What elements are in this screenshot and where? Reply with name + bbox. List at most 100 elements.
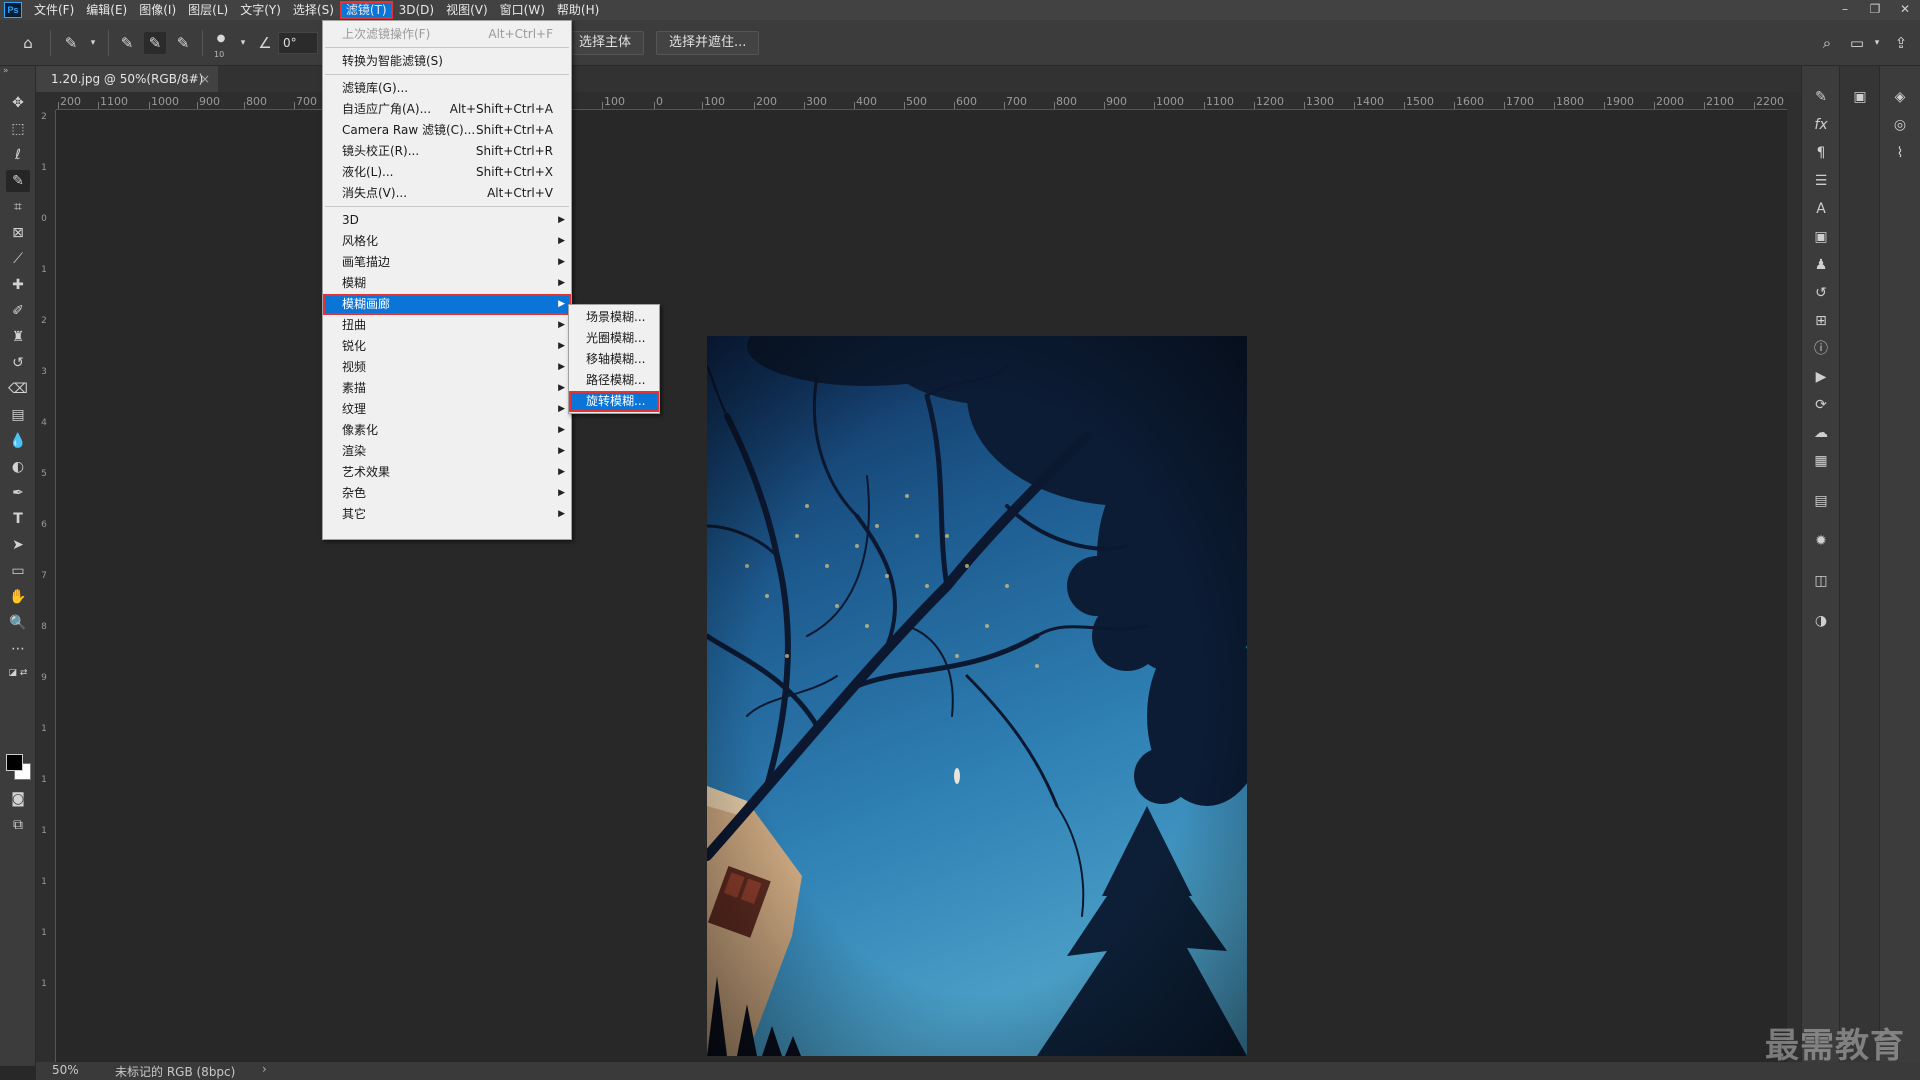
gear-icon[interactable]: ✹ — [1809, 530, 1833, 552]
collapse-icon[interactable]: » — [3, 66, 9, 76]
pen-tool-icon[interactable]: ✒ — [6, 482, 30, 504]
paragraph-icon[interactable]: ¶ — [1809, 142, 1833, 164]
quick-mask-icon[interactable]: ◙ — [6, 788, 30, 810]
ruler-origin[interactable] — [36, 92, 56, 110]
filter-menu-item[interactable]: 液化(L)... Shift+Ctrl+X — [323, 162, 571, 183]
3d-icon[interactable]: ☁ — [1809, 422, 1833, 444]
path-selection-tool-icon[interactable]: ➤ — [6, 534, 30, 556]
filter-menu-item[interactable]: 消失点(V)... Alt+Ctrl+V — [323, 183, 571, 204]
blur-gallery-item[interactable]: 移轴模糊... — [569, 349, 659, 370]
dodge-tool-icon[interactable]: ◐ — [6, 456, 30, 478]
info-icon[interactable]: ⓘ — [1809, 338, 1833, 360]
subtract-selection-icon[interactable]: ✎ — [172, 32, 194, 54]
rectangle-tool-icon[interactable]: ▭ — [6, 560, 30, 582]
filter-menu-item[interactable]: 风格化 ▶ — [323, 231, 571, 252]
menu-layer[interactable]: 图层(L) — [182, 1, 234, 19]
filter-menu-item[interactable]: 渲染 ▶ — [323, 441, 571, 462]
select-and-mask-button[interactable]: 选择并遮住... — [656, 31, 760, 55]
libraries-icon[interactable]: ◫ — [1809, 570, 1833, 592]
marquee-tool-icon[interactable]: ⬚ — [6, 118, 30, 140]
canvas-area[interactable] — [56, 110, 1787, 1062]
filter-menu-item[interactable]: Camera Raw 滤镜(C)... Shift+Ctrl+A — [323, 120, 571, 141]
menu-edit[interactable]: 编辑(E) — [80, 1, 133, 19]
restore-button[interactable]: ❐ — [1860, 0, 1890, 20]
filter-menu-item[interactable]: 其它 ▶ — [323, 504, 571, 525]
paths-icon[interactable]: ⌇ — [1888, 142, 1912, 164]
blur-gallery-item[interactable]: 旋转模糊... — [569, 391, 659, 412]
menu-type[interactable]: 文字(Y) — [234, 1, 287, 19]
notes-icon[interactable]: ▤ — [1809, 490, 1833, 512]
tool-preset-icon[interactable]: ✎ — [60, 32, 82, 54]
filter-menu-item[interactable]: 素描 ▶ — [323, 378, 571, 399]
brush-tool-icon[interactable]: ✐ — [6, 300, 30, 322]
zoom-level[interactable]: 50% — [52, 1063, 79, 1077]
layers-icon[interactable]: ◈ — [1888, 86, 1912, 108]
screen-mode-icon[interactable]: ⧉ — [6, 814, 30, 836]
menu-file[interactable]: 文件(F) — [28, 1, 80, 19]
filter-menu-item[interactable]: 像素化 ▶ — [323, 420, 571, 441]
lasso-tool-icon[interactable]: ℓ — [6, 144, 30, 166]
filter-menu-item[interactable]: 滤镜库(G)... — [323, 78, 571, 99]
filter-menu-item[interactable]: 视频 ▶ — [323, 357, 571, 378]
foreground-color-swatch[interactable] — [6, 754, 23, 771]
channels-icon[interactable]: ◎ — [1888, 114, 1912, 136]
eraser-tool-icon[interactable]: ⌫ — [6, 378, 30, 400]
history-brush-tool-icon[interactable]: ↺ — [6, 352, 30, 374]
filter-menu-item[interactable]: 纹理 ▶ — [323, 399, 571, 420]
filter-menu-item[interactable]: 自适应广角(A)... Alt+Shift+Ctrl+A — [323, 99, 571, 120]
color-picker-icon[interactable]: ◑ — [1809, 610, 1833, 632]
add-selection-icon[interactable]: ✎ — [144, 32, 166, 54]
gradient-tool-icon[interactable]: ▤ — [6, 404, 30, 426]
vertical-scrollbar[interactable] — [1787, 92, 1801, 1062]
blur-gallery-item[interactable]: 路径模糊... — [569, 370, 659, 391]
menu-window[interactable]: 窗口(W) — [494, 1, 551, 19]
frame-tool-icon[interactable]: ⊠ — [6, 222, 30, 244]
filter-menu-item[interactable]: 模糊画廊 ▶ — [323, 294, 571, 315]
zoom-tool-icon[interactable]: 🔍 — [6, 612, 30, 634]
filter-menu-item[interactable]: 艺术效果 ▶ — [323, 462, 571, 483]
menu-filter[interactable]: 滤镜(T) — [339, 1, 393, 19]
clone-source-icon[interactable]: ♟ — [1809, 254, 1833, 276]
share-icon[interactable]: ⇪ — [1890, 32, 1912, 54]
filter-menu-item[interactable]: 镜头校正(R)... Shift+Ctrl+R — [323, 141, 571, 162]
table-icon[interactable]: ▦ — [1809, 450, 1833, 472]
select-subject-button[interactable]: 选择主体 — [566, 31, 645, 55]
default-colors-icon[interactable]: ◪ ⇄ — [6, 666, 30, 680]
actions-play-icon[interactable]: ▶ — [1809, 366, 1833, 388]
brush-settings-icon[interactable]: ✎ — [1809, 86, 1833, 108]
chevron-right-icon[interactable]: › — [262, 1062, 267, 1076]
filter-menu-item[interactable]: 画笔描边 ▶ — [323, 252, 571, 273]
adjustments-icon[interactable]: ☰ — [1809, 170, 1833, 192]
glyphs-icon[interactable]: ▣ — [1809, 226, 1833, 248]
menu-image[interactable]: 图像(I) — [133, 1, 182, 19]
blur-gallery-item[interactable]: 光圈模糊... — [569, 328, 659, 349]
menu-view[interactable]: 视图(V) — [440, 1, 494, 19]
menu-help[interactable]: 帮助(H) — [551, 1, 605, 19]
more-tools-icon[interactable]: ⋯ — [6, 638, 30, 660]
home-icon[interactable]: ⌂ — [17, 32, 39, 54]
workspace-icon[interactable]: ▭ — [1846, 32, 1868, 54]
filter-menu-item[interactable]: 3D ▶ — [323, 210, 571, 231]
brush-tip-icon[interactable]: ● — [210, 28, 232, 50]
minimize-button[interactable]: – — [1830, 0, 1860, 20]
menu-select[interactable]: 选择(S) — [287, 1, 340, 19]
filter-menu-item[interactable]: 杂色 ▶ — [323, 483, 571, 504]
eyedropper-tool-icon[interactable]: ⟋ — [6, 248, 30, 270]
chevron-down-icon[interactable]: ▾ — [1866, 32, 1888, 54]
close-tab-icon[interactable]: × — [200, 66, 210, 92]
clone-stamp-tool-icon[interactable]: ♜ — [6, 326, 30, 348]
new-selection-icon[interactable]: ✎ — [116, 32, 138, 54]
filter-menu-item[interactable]: 扭曲 ▶ — [323, 315, 571, 336]
blur-gallery-item[interactable]: 场景模糊... — [569, 307, 659, 328]
quick-selection-tool-icon[interactable]: ✎ — [6, 170, 30, 192]
close-button[interactable]: ✕ — [1890, 0, 1920, 20]
history-icon[interactable]: ↺ — [1809, 282, 1833, 304]
type-tool-icon[interactable]: T — [6, 508, 30, 530]
filter-menu-item[interactable]: 锐化 ▶ — [323, 336, 571, 357]
search-icon[interactable]: ⌕ — [1816, 32, 1838, 54]
menu-3d[interactable]: 3D(D) — [393, 1, 440, 19]
chevron-down-icon[interactable]: ▾ — [82, 32, 104, 54]
angle-input[interactable]: 0° — [278, 32, 318, 54]
properties-icon[interactable]: ⊞ — [1809, 310, 1833, 332]
fx-icon[interactable]: fx — [1809, 114, 1833, 136]
